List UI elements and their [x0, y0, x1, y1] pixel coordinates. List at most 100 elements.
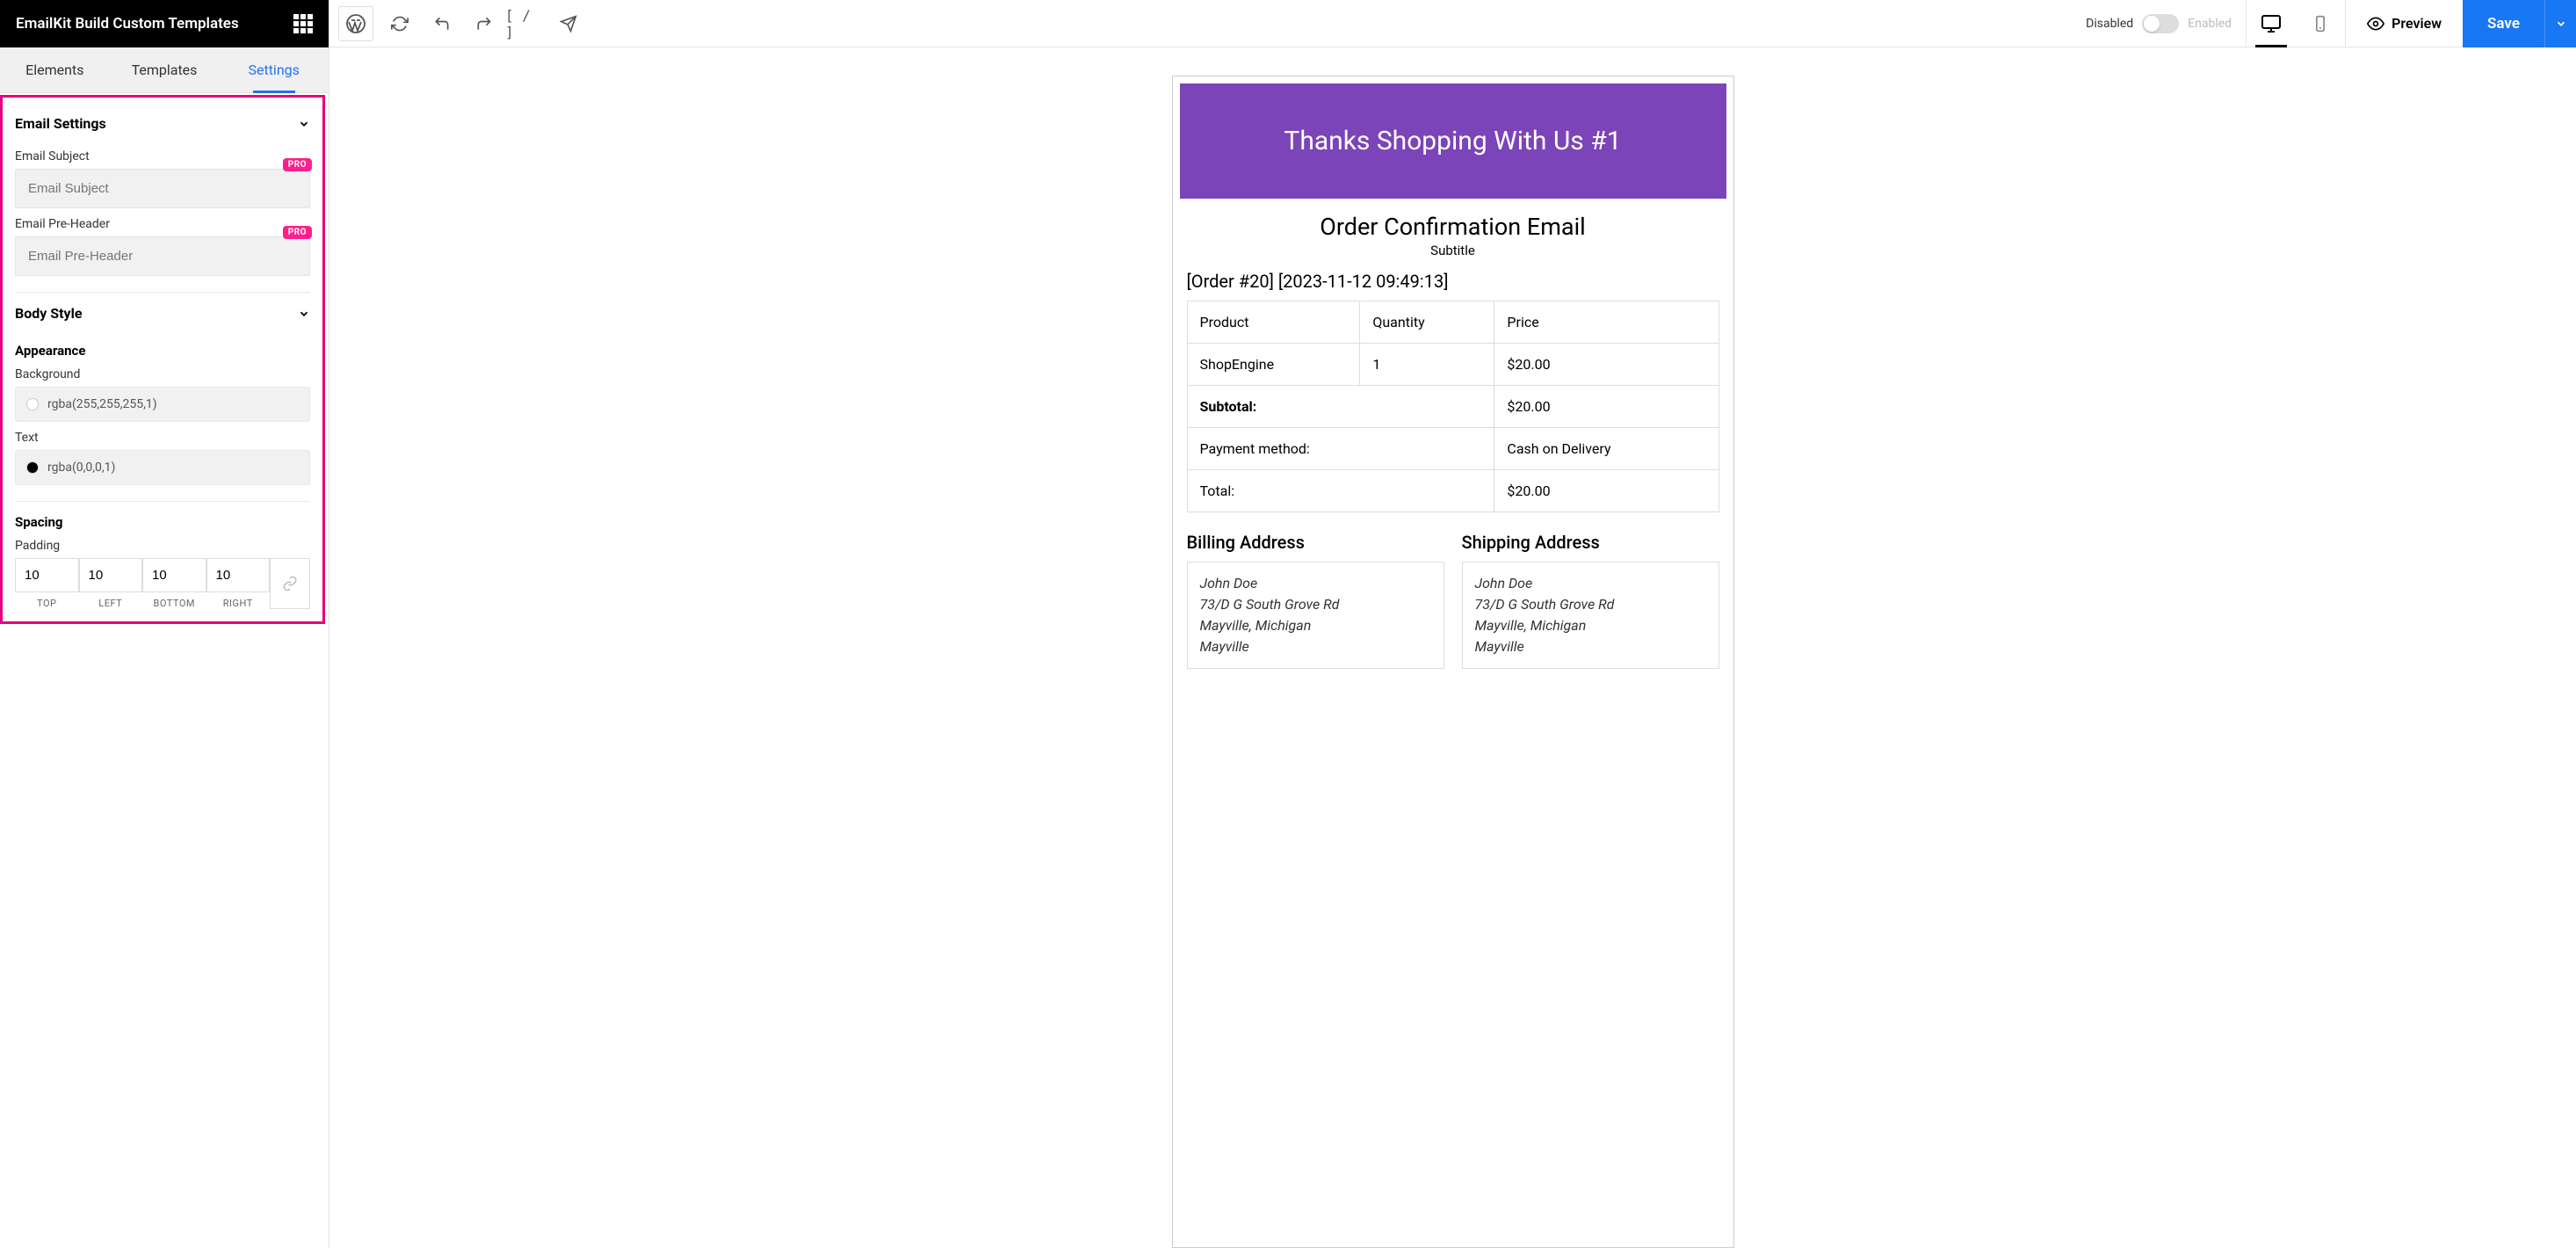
addr-name: John Doe	[1200, 573, 1431, 594]
mobile-icon	[2312, 15, 2329, 33]
billing-column[interactable]: Billing Address John Doe 73/D G South Gr…	[1187, 532, 1444, 669]
email-title[interactable]: Order Confirmation Email	[1187, 213, 1719, 241]
email-subtitle[interactable]: Subtitle	[1187, 243, 1719, 258]
tab-settings[interactable]: Settings	[219, 47, 329, 92]
spacing-heading: Spacing	[15, 514, 310, 530]
enable-toggle-group: Disabled Enabled	[2086, 14, 2232, 33]
billing-address-box: John Doe 73/D G South Grove Rd Mayville,…	[1187, 562, 1444, 669]
section-title: Body Style	[15, 305, 82, 322]
shipping-column[interactable]: Shipping Address John Doe 73/D G South G…	[1462, 532, 1719, 669]
refresh-button[interactable]	[379, 0, 421, 47]
section-email-settings[interactable]: Email Settings	[15, 106, 310, 141]
shipping-title: Shipping Address	[1462, 532, 1719, 553]
divider	[15, 501, 310, 502]
wordpress-icon	[345, 13, 366, 34]
label-email-subject: Email Subject PRO	[15, 149, 310, 163]
subtotal-label: Subtotal:	[1187, 386, 1494, 428]
order-table[interactable]: Product Quantity Price ShopEngine 1 $20.…	[1187, 301, 1719, 512]
order-meta[interactable]: [Order #20] [2023-11-12 09:49:13]	[1187, 271, 1719, 292]
address-row: Billing Address John Doe 73/D G South Gr…	[1187, 532, 1719, 669]
apps-grid-icon[interactable]	[293, 14, 313, 33]
cell-price: $20.00	[1494, 344, 1719, 386]
wordpress-logo-button[interactable]	[338, 6, 373, 41]
save-dropdown-button[interactable]	[2544, 0, 2576, 47]
padding-link-button[interactable]	[270, 558, 310, 609]
refresh-icon	[391, 15, 409, 33]
addr-city: Mayville, Michigan	[1475, 615, 1706, 636]
chevron-down-icon	[298, 118, 310, 130]
padding-right-input[interactable]	[206, 558, 271, 592]
undo-button[interactable]	[421, 0, 463, 47]
cell-product: ShopEngine	[1187, 344, 1360, 386]
addr-city: Mayville, Michigan	[1200, 615, 1431, 636]
subtotal-value: $20.00	[1494, 386, 1719, 428]
divider	[15, 292, 310, 293]
th-product: Product	[1187, 301, 1360, 344]
settings-panel: Email Settings Email Subject PRO Email P…	[0, 93, 329, 1248]
table-row: Subtotal: $20.00	[1187, 386, 1719, 428]
shipping-address-box: John Doe 73/D G South Grove Rd Mayville,…	[1462, 562, 1719, 669]
device-mobile-button[interactable]	[2296, 0, 2345, 47]
preview-label: Preview	[2391, 15, 2442, 32]
padding-bottom-input[interactable]	[142, 558, 206, 592]
send-test-button[interactable]	[547, 0, 590, 47]
send-icon	[560, 15, 577, 33]
addr-street: 73/D G South Grove Rd	[1475, 594, 1706, 615]
tab-templates[interactable]: Templates	[110, 47, 220, 92]
device-desktop-button[interactable]	[2247, 0, 2296, 47]
eye-icon	[2367, 15, 2384, 33]
desktop-icon	[2261, 13, 2282, 34]
payment-value: Cash on Delivery	[1494, 428, 1719, 470]
email-preview-frame[interactable]: Thanks Shopping With Us #1 Order Confirm…	[1172, 76, 1734, 1248]
topbar: [ / ] Disabled Enabled	[329, 0, 2576, 47]
save-button[interactable]: Save	[2463, 0, 2544, 47]
padding-right-label: RIGHT	[206, 598, 271, 609]
appearance-heading: Appearance	[15, 343, 310, 359]
enable-toggle[interactable]	[2142, 14, 2179, 33]
label-padding: Padding	[15, 539, 310, 553]
padding-left-input[interactable]	[79, 558, 143, 592]
addr-locality: Mayville	[1475, 636, 1706, 657]
color-swatch	[26, 398, 39, 410]
payment-label: Payment method:	[1187, 428, 1494, 470]
email-preheader-input[interactable]	[15, 236, 310, 276]
text-color-field[interactable]: rgba(0,0,0,1)	[15, 450, 310, 485]
color-swatch	[26, 461, 39, 474]
padding-bottom-label: BOTTOM	[142, 598, 206, 609]
chevron-down-icon	[298, 308, 310, 320]
tab-elements[interactable]: Elements	[0, 47, 110, 92]
email-subject-input[interactable]	[15, 169, 310, 208]
email-hero[interactable]: Thanks Shopping With Us #1	[1180, 83, 1726, 199]
device-switcher	[2246, 0, 2345, 47]
redo-icon	[475, 15, 493, 33]
label-text-color: Text	[15, 431, 310, 445]
preview-button[interactable]: Preview	[2345, 0, 2463, 47]
padding-top-input[interactable]	[15, 558, 79, 592]
save-label: Save	[2487, 15, 2520, 33]
sidebar-tabs: Elements Templates Settings	[0, 47, 329, 93]
total-value: $20.00	[1494, 470, 1719, 512]
table-row: ShopEngine 1 $20.00	[1187, 344, 1719, 386]
background-color-field[interactable]: rgba(255,255,255,1)	[15, 387, 310, 422]
shortcode-button[interactable]: [ / ]	[505, 0, 547, 47]
cell-qty: 1	[1360, 344, 1494, 386]
table-row: Product Quantity Price	[1187, 301, 1719, 344]
settings-highlight: Email Settings Email Subject PRO Email P…	[0, 95, 325, 624]
undo-icon	[433, 15, 451, 33]
disabled-label: Disabled	[2086, 17, 2133, 31]
canvas[interactable]: Thanks Shopping With Us #1 Order Confirm…	[329, 47, 2576, 1248]
padding-controls: TOP LEFT BOTTOM RIGHT	[15, 558, 310, 609]
table-row: Total: $20.00	[1187, 470, 1719, 512]
link-icon	[282, 576, 298, 591]
addr-name: John Doe	[1475, 573, 1706, 594]
sidebar-header: EmailKit Build Custom Templates	[0, 0, 329, 47]
pro-badge: PRO	[283, 226, 312, 239]
chevron-down-icon	[2555, 18, 2567, 30]
label-email-preheader: Email Pre-Header PRO	[15, 217, 310, 231]
redo-button[interactable]	[463, 0, 505, 47]
addr-street: 73/D G South Grove Rd	[1200, 594, 1431, 615]
addr-locality: Mayville	[1200, 636, 1431, 657]
color-value: rgba(255,255,255,1)	[47, 397, 157, 411]
section-body-style[interactable]: Body Style	[15, 296, 310, 330]
pro-badge: PRO	[283, 158, 312, 171]
